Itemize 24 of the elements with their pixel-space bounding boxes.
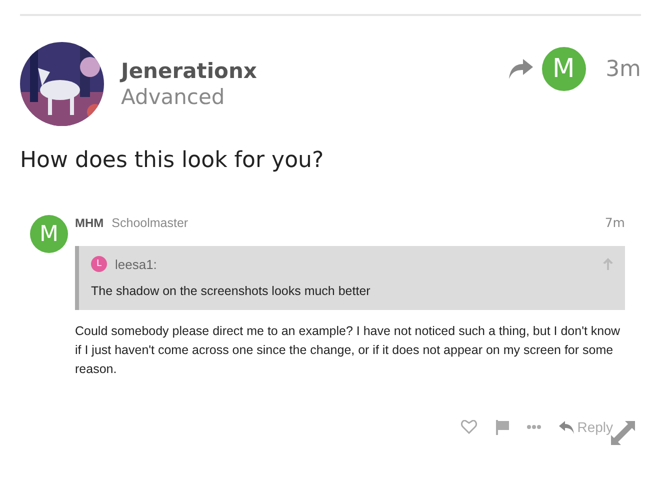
post-text: How does this look for you? <box>20 148 325 173</box>
user-title: Schoolmaster <box>112 216 190 230</box>
reply-text: Could somebody please direct me to an example? I have not noticed such a thing, but I don't know if I just haven't come across one since the change, or if it does not appear on my screen for some reason. <box>75 323 622 378</box>
user-avatar[interactable]: M <box>542 47 586 91</box>
author-name[interactable]: MHM <box>75 216 104 230</box>
up-arrow-icon[interactable] <box>603 258 613 270</box>
flag-icon <box>495 420 510 434</box>
more-icon <box>527 425 542 429</box>
expand-icon[interactable] <box>611 421 635 445</box>
like-button[interactable] <box>461 420 478 434</box>
user-title: Advanced <box>121 85 226 109</box>
author-name[interactable]: Jenerationx <box>121 59 508 83</box>
post-time: 7m <box>604 215 625 230</box>
share-arrow-icon <box>508 58 534 80</box>
quote-text: The shadow on the screenshots looks much better <box>91 284 372 298</box>
post-time: 3m <box>606 56 641 82</box>
heart-icon <box>461 420 478 434</box>
user-avatar[interactable]: M <box>30 215 68 253</box>
user-avatar[interactable]: L <box>91 256 107 272</box>
reply-icon <box>559 420 574 434</box>
more-button[interactable] <box>527 425 542 429</box>
reply-button[interactable]: Reply <box>559 419 613 435</box>
flag-button[interactable] <box>495 420 510 434</box>
quote-author[interactable]: leesa1: <box>115 256 595 272</box>
